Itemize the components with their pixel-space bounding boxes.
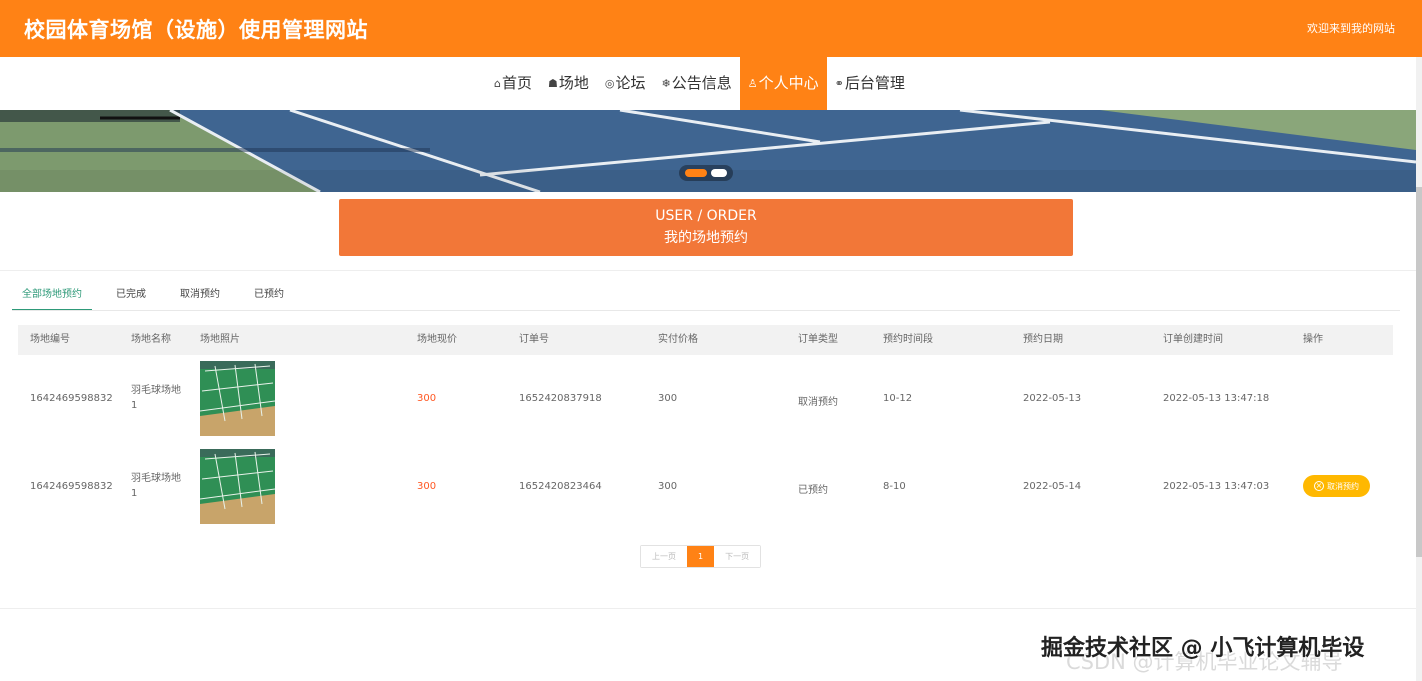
scrollbar-thumb[interactable] [1416,187,1422,557]
nav-item-label: 后台管理 [844,74,905,92]
nav-item-forum[interactable]: ◎ 论坛 [597,57,654,110]
home-icon: ⌂ [494,77,501,90]
column-header: 场地编号 [30,334,70,345]
cancel-booking-button[interactable]: × 取消预约 [1303,475,1370,497]
section-title-en: USER / ORDER [655,208,757,224]
carousel-banner[interactable] [0,110,1416,192]
nav-items: ⌂ 首页 ☗ 场地 ◎ 论坛 ❄ 公告信息 ♙ 个人中心 ⚭ 后台管理 [486,57,913,110]
column-header: 场地现价 [417,334,457,345]
order-type: 已预约 [798,485,828,496]
column-header: 订单号 [519,334,549,345]
nav-item-label: 公告信息 [671,74,732,92]
prev-page-button[interactable]: 上一页 [641,546,687,567]
column-header: 订单创建时间 [1163,334,1223,345]
venue-name: 羽毛球场地1 [131,385,181,411]
created-at: 2022-05-13 13:47:03 [1163,481,1270,492]
order-number: 1652420837918 [519,393,602,404]
divider [0,270,1416,271]
paid-price: 300 [658,481,678,492]
top-header: 校园体育场馆（设施）使用管理网站 欢迎来到我的网站 [0,0,1422,57]
link-icon: ⚭ [834,77,844,90]
welcome-text: 欢迎来到我的网站 [1307,22,1395,35]
main-nav: ⌂ 首页 ☗ 场地 ◎ 论坛 ❄ 公告信息 ♙ 个人中心 ⚭ 后台管理 [0,57,1416,110]
orders-table: 场地编号 场地名称 场地照片 场地现价 订单号 实付价格 订单类型 预约时间段 … [18,325,1393,531]
pagination: 上一页 1 下一页 [640,545,762,568]
nav-item-announcements[interactable]: ❄ 公告信息 [654,57,740,110]
table-row: 1642469598832 羽毛球场地1 300 1652420837918 3… [18,355,1393,443]
booking-date: 2022-05-13 [1023,393,1082,404]
carousel-indicators [679,165,733,181]
order-number: 1652420823464 [519,481,602,492]
venue-id: 1642469598832 [30,481,113,492]
current-price: 300 [417,481,437,492]
graduation-cap-icon: ☗ [548,77,558,90]
column-header: 实付价格 [658,334,698,345]
tab-completed[interactable]: 已完成 [106,283,156,311]
footer-divider [0,608,1416,609]
order-type: 取消预约 [798,397,838,408]
site-title[interactable]: 校园体育场馆（设施）使用管理网站 [24,14,368,44]
carousel-dot-2[interactable] [711,169,727,177]
column-header: 场地名称 [131,334,171,345]
booking-date: 2022-05-14 [1023,481,1082,492]
column-header: 操作 [1303,334,1323,345]
section-title-banner: USER / ORDER 我的场地预约 [339,199,1073,256]
time-slot: 10-12 [883,393,913,404]
paid-price: 300 [658,393,678,404]
nav-item-label: 论坛 [615,74,646,92]
column-header: 场地照片 [200,334,240,345]
user-icon: ♙ [747,77,758,90]
nav-item-label: 场地 [558,74,589,92]
tab-booked[interactable]: 已预约 [244,283,294,311]
table-header: 场地编号 场地名称 场地照片 场地现价 订单号 实付价格 订单类型 预约时间段 … [18,325,1393,355]
venue-name: 羽毛球场地1 [131,473,181,499]
nav-item-label: 个人中心 [758,74,819,92]
tab-cancelled[interactable]: 取消预约 [170,283,230,311]
cancel-booking-label: 取消预约 [1327,481,1359,491]
nav-item-personal-center[interactable]: ♙ 个人中心 [739,57,827,110]
column-header: 预约时间段 [883,334,933,345]
tabs-underline [12,310,1400,311]
venue-id: 1642469598832 [30,393,113,404]
snowflake-icon: ❄ [661,77,671,90]
nav-item-admin[interactable]: ⚭ 后台管理 [827,57,913,110]
section-title-cn: 我的场地预约 [664,230,748,246]
current-price: 300 [417,393,437,404]
table-row: 1642469598832 羽毛球场地1 300 1652420823464 3… [18,443,1393,531]
watermark-juejin: 掘金技术社区 @ 小飞计算机毕设 [1041,636,1365,661]
nav-item-label: 首页 [501,74,532,92]
page-number-current[interactable]: 1 [687,546,715,567]
chat-bubble-icon: ◎ [604,77,615,90]
time-slot: 8-10 [883,481,906,492]
next-page-button[interactable]: 下一页 [714,546,761,567]
carousel-dot-1[interactable] [685,169,707,177]
nav-item-home[interactable]: ⌂ 首页 [486,57,540,110]
column-header: 订单类型 [798,334,838,345]
cancel-circle-icon: × [1314,481,1324,491]
page-scrollbar[interactable] [1416,57,1422,681]
order-tabs: 全部场地预约 已完成 取消预约 已预约 [12,283,308,311]
venue-photo[interactable] [200,361,275,436]
created-at: 2022-05-13 13:47:18 [1163,393,1270,404]
tab-all-bookings[interactable]: 全部场地预约 [12,283,92,311]
column-header: 预约日期 [1023,334,1063,345]
venue-photo[interactable] [200,449,275,524]
nav-item-venues[interactable]: ☗ 场地 [540,57,597,110]
